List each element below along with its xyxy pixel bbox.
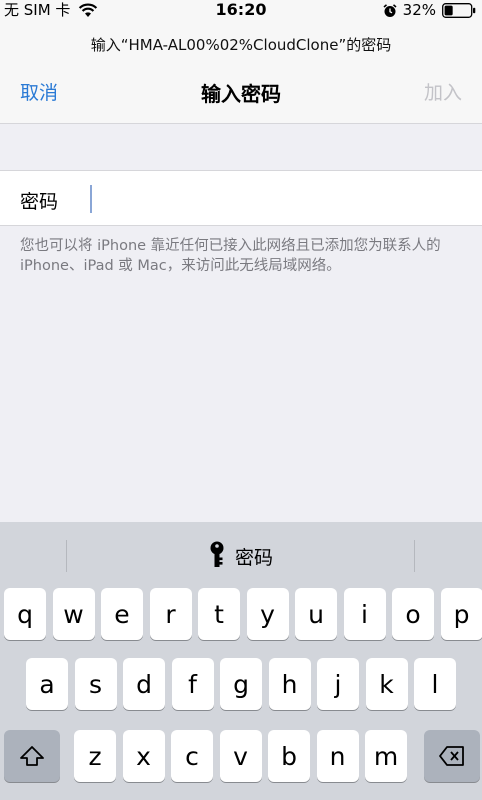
key-a[interactable]: a [26, 658, 68, 710]
password-label: 密码 [20, 191, 59, 213]
key-n[interactable]: n [316, 730, 359, 782]
key-h[interactable]: h [268, 658, 311, 710]
key-e[interactable]: e [101, 588, 143, 640]
key-v[interactable]: v [219, 730, 262, 782]
key-x[interactable]: x [122, 730, 165, 782]
key-q[interactable]: q [4, 588, 46, 640]
key-r[interactable]: r [149, 588, 192, 640]
key-b[interactable]: b [268, 730, 310, 782]
status-bar: 无 SIM 卡 16:20 32% [0, 0, 482, 20]
shift-arrow-icon [20, 746, 44, 766]
key-c[interactable]: c [171, 730, 213, 782]
nav-bar: 取消 输入密码 加入 [0, 78, 482, 114]
top-area: 无 SIM 卡 16:20 32% 输入“HMA-AL00%02%CloudCl… [0, 0, 482, 124]
password-input[interactable] [88, 181, 458, 217]
status-right: 32% [383, 0, 476, 20]
key-d[interactable]: d [123, 658, 165, 710]
suggestion-bar: 密码 [0, 522, 482, 590]
key-k[interactable]: k [365, 658, 408, 710]
hint-text: 您也可以将 iPhone 靠近任何已接入此网络且已添加您为联系人的 iPhone… [20, 238, 441, 274]
key-s[interactable]: s [74, 658, 117, 710]
network-prompt: 输入“HMA-AL00%02%CloudClone”的密码 [90, 36, 392, 54]
shift-key[interactable] [4, 730, 60, 782]
suggestion-label: 密码 [234, 546, 273, 569]
password-autofill-suggestion[interactable]: 密码 [0, 540, 482, 572]
alarm-icon [383, 3, 397, 17]
key-z[interactable]: z [74, 730, 116, 782]
password-row[interactable]: 密码 [0, 170, 482, 226]
key-y[interactable]: y [246, 588, 289, 640]
key-t[interactable]: t [198, 588, 240, 640]
backspace-key[interactable] [424, 730, 480, 782]
key-icon [209, 541, 225, 571]
key-m[interactable]: m [365, 730, 407, 782]
key-g[interactable]: g [220, 658, 262, 710]
key-j[interactable]: j [317, 658, 359, 710]
key-w[interactable]: w [52, 588, 95, 640]
battery-percent: 32% [402, 1, 436, 19]
key-i[interactable]: i [343, 588, 386, 640]
key-p[interactable]: p [440, 588, 482, 640]
key-o[interactable]: o [392, 588, 434, 640]
backspace-icon [439, 746, 464, 766]
text-cursor [90, 185, 92, 213]
keyboard: 密码 qwertyuiop asdfghjkl zxcvbnm [0, 522, 482, 800]
page-title: 输入密码 [201, 82, 281, 106]
key-l[interactable]: l [414, 658, 456, 710]
key-f[interactable]: f [171, 658, 214, 710]
join-button[interactable]: 加入 [424, 78, 462, 105]
key-u[interactable]: u [295, 588, 337, 640]
battery-icon [442, 2, 476, 18]
